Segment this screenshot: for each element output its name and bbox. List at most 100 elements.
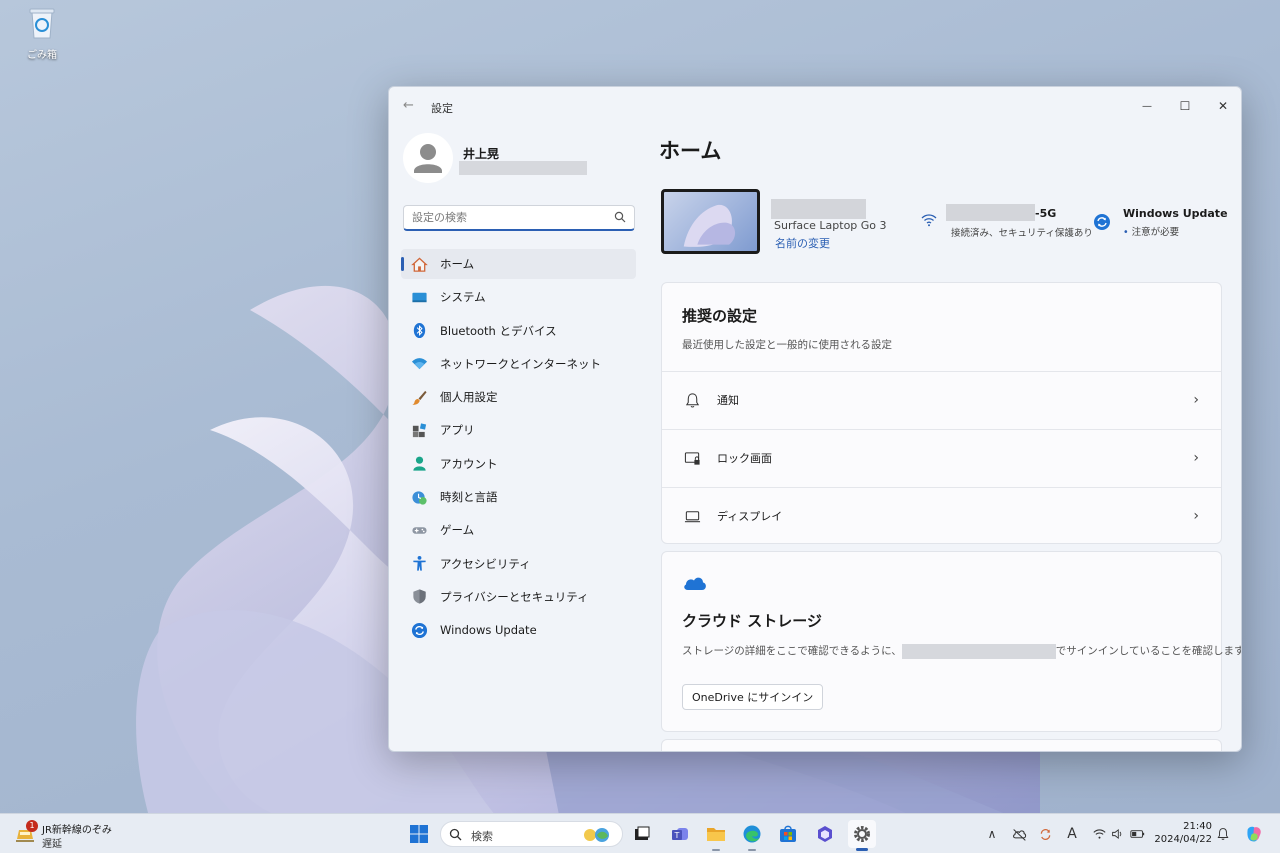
recycle-bin[interactable]: ごみ箱: [18, 6, 66, 61]
back-arrow-icon[interactable]: ←: [403, 98, 414, 113]
onedrive-tray-icon[interactable]: [1010, 825, 1028, 843]
settings-icon: [854, 826, 870, 842]
brush-icon: [410, 388, 428, 406]
battery-icon[interactable]: [1128, 825, 1146, 843]
sidebar-item-apps[interactable]: アプリ: [401, 415, 636, 445]
network-icon: [410, 355, 428, 373]
shield-icon: [410, 588, 428, 606]
teams-button[interactable]: T: [666, 820, 694, 848]
search-highlight-icon: [584, 828, 609, 842]
onedrive-signin-button[interactable]: OneDrive にサインイン: [682, 684, 824, 710]
sidebar-item-label: アカウント: [440, 456, 498, 471]
lock-screen-row[interactable]: ロック画面 ›: [662, 429, 1221, 486]
windows-update-status-text: 注意が必要: [1131, 227, 1180, 238]
bell-icon: [683, 391, 701, 409]
recommended-subtitle: 最近使用した設定と一般的に使用される設定: [682, 339, 892, 351]
sidebar-item-label: アクセシビリティ: [440, 556, 531, 571]
sidebar-item-time-language[interactable]: 時刻と言語: [401, 482, 636, 512]
profile-name: 井上晃: [463, 147, 500, 161]
sidebar-item-accessibility[interactable]: アクセシビリティ: [401, 549, 636, 579]
sidebar-item-label: Windows Update: [440, 623, 537, 638]
rename-link[interactable]: 名前の変更: [775, 235, 830, 251]
sidebar-item-bluetooth[interactable]: Bluetooth とデバイス: [401, 316, 636, 346]
sidebar-item-gaming[interactable]: ゲーム: [401, 515, 636, 545]
onedrive-cloud-icon: [684, 577, 706, 590]
device-name-redacted: [771, 199, 866, 219]
sync-tray-icon[interactable]: [1036, 825, 1054, 843]
account-redacted: [901, 643, 1056, 659]
apps-icon: [410, 421, 428, 439]
widget-headline: JR新幹線のぞみ: [42, 825, 112, 836]
search-icon: [449, 828, 462, 841]
sidebar-item-label: ネットワークとインターネット: [440, 356, 601, 371]
sidebar-item-windows-update[interactable]: Windows Update: [401, 615, 636, 645]
ime-indicator[interactable]: A: [1063, 825, 1081, 843]
row-label: ディスプレイ: [717, 510, 783, 523]
maximize-button[interactable]: ☐: [1167, 93, 1203, 119]
notification-badge: 1: [26, 820, 38, 832]
copilot-icon: [818, 826, 832, 842]
copilot-tray-icon[interactable]: [1243, 823, 1265, 845]
volume-icon[interactable]: [1108, 825, 1126, 843]
wifi-icon: [921, 214, 937, 227]
chevron-right-icon: ›: [1193, 392, 1199, 408]
home-icon: [410, 255, 428, 273]
bluetooth-icon: [410, 322, 428, 340]
sidebar-item-personalization[interactable]: 個人用設定: [401, 382, 636, 412]
clock-time: 21:40: [1183, 821, 1212, 832]
file-explorer-button[interactable]: [702, 820, 730, 851]
system-clock[interactable]: 21:40 2024/04/22: [1150, 820, 1212, 846]
minimize-icon: —: [1142, 100, 1152, 112]
recommended-settings-card: 推奨の設定 最近使用した設定と一般的に使用される設定 通知 › ロック画面 › …: [661, 282, 1222, 544]
close-icon: ✕: [1217, 99, 1229, 113]
recommended-title: 推奨の設定: [682, 307, 758, 325]
sidebar-item-privacy-security[interactable]: プライバシーとセキュリティ: [401, 582, 636, 612]
sidebar-item-network[interactable]: ネットワークとインターネット: [401, 349, 636, 379]
recycle-bin-icon: [29, 8, 55, 39]
title-bar: ← 設定 — ☐ ✕: [389, 87, 1241, 125]
sidebar-item-accounts[interactable]: アカウント: [401, 449, 636, 479]
cloud-storage-description: ストレージの詳細をここで確認できるように、 でサインインしていることを確認します。: [682, 643, 1242, 659]
sidebar-nav: ホーム システム Bluetooth とデバイス ネットワークとインターネット …: [401, 249, 636, 649]
task-view-icon: [635, 826, 650, 840]
settings-search[interactable]: [403, 205, 635, 231]
store-icon: [780, 825, 796, 842]
search-input[interactable]: [404, 206, 604, 229]
settings-taskbar-button[interactable]: [848, 820, 876, 851]
start-icon: [410, 825, 428, 843]
widget-subline: 遅延: [42, 839, 62, 850]
sidebar-item-label: 時刻と言語: [440, 490, 498, 505]
sidebar-item-label: プライバシーとセキュリティ: [440, 589, 589, 604]
settings-window: ← 設定 — ☐ ✕ 井上晃 ホーム システム: [388, 86, 1242, 752]
page-title: ホーム: [659, 139, 722, 163]
edge-icon: [743, 825, 761, 843]
cloud-storage-card: クラウド ストレージ ストレージの詳細をここで確認できるように、 でサインインして…: [661, 551, 1241, 732]
chevron-right-icon: ›: [1193, 450, 1199, 466]
svg-text:T: T: [674, 831, 680, 840]
accessibility-icon: [410, 555, 428, 573]
task-view-button[interactable]: [628, 820, 656, 848]
close-button[interactable]: ✕: [1205, 93, 1241, 119]
sidebar-item-system[interactable]: システム: [401, 282, 636, 312]
start-button[interactable]: [405, 820, 433, 848]
window-title: 設定: [431, 102, 453, 115]
store-button[interactable]: [774, 820, 802, 848]
wifi-tray-icon[interactable]: [1090, 825, 1108, 843]
taskbar-search[interactable]: 検索: [440, 821, 623, 847]
avatar: [403, 133, 453, 183]
edge-button[interactable]: [738, 820, 766, 851]
windows-update-title[interactable]: Windows Update: [1123, 207, 1228, 220]
time-language-icon: [410, 488, 428, 506]
notifications-row[interactable]: 通知 ›: [662, 371, 1221, 428]
notification-bell-icon[interactable]: [1214, 825, 1232, 843]
teams-icon: T: [672, 828, 688, 840]
show-hidden-icons-button[interactable]: ∧: [983, 825, 1001, 843]
account-icon: [410, 455, 428, 473]
sidebar-item-home[interactable]: ホーム: [401, 249, 636, 279]
clock-date: 2024/04/22: [1154, 834, 1212, 845]
device-thumbnail: [661, 189, 760, 254]
description-part-2: でサインインしていることを確認します。: [1055, 645, 1242, 657]
minimize-button[interactable]: —: [1129, 93, 1165, 119]
display-row[interactable]: ディスプレイ ›: [662, 487, 1221, 544]
copilot-button[interactable]: [811, 820, 839, 848]
